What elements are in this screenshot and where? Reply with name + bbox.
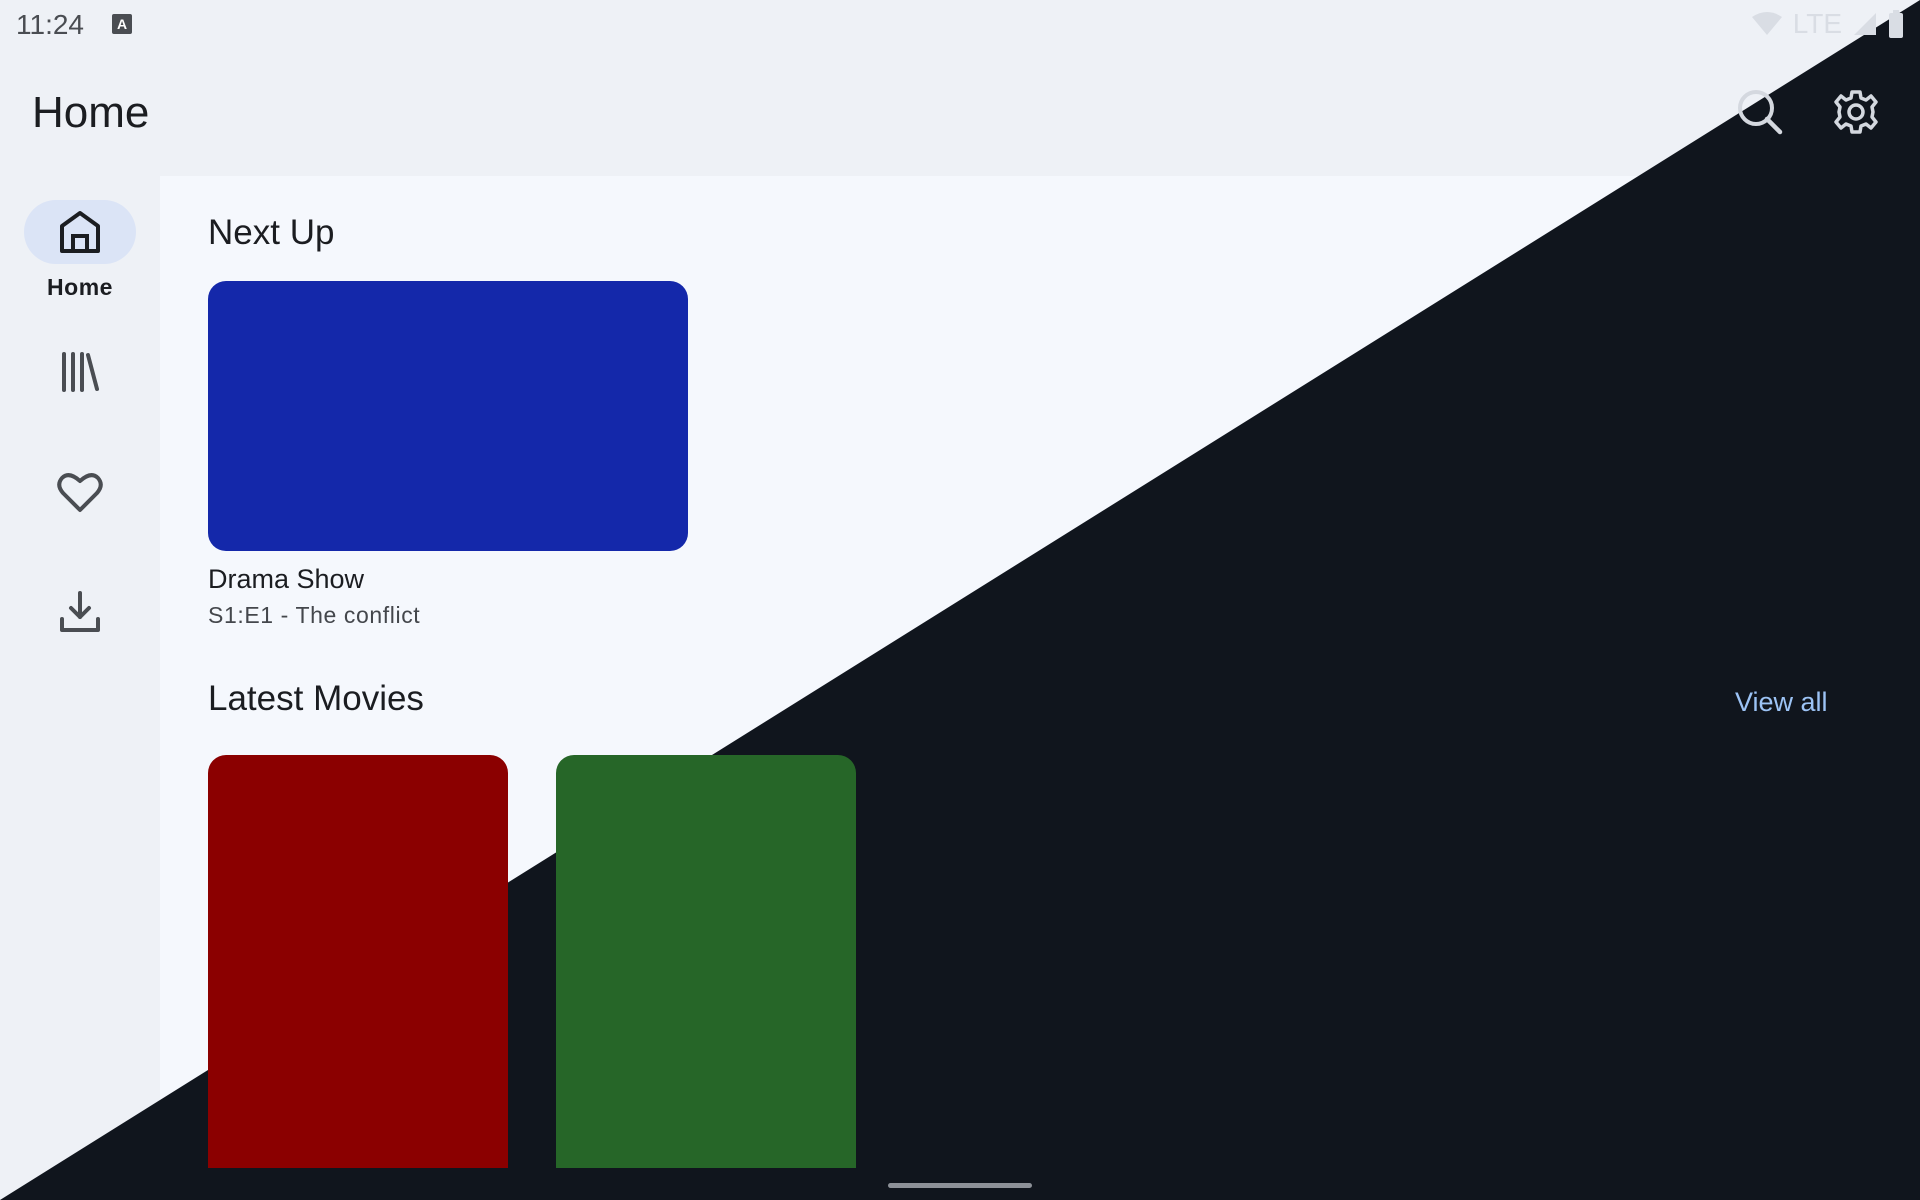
- keyboard-badge-icon: A: [112, 14, 132, 34]
- home-icon: [60, 211, 100, 253]
- search-button[interactable]: [1734, 86, 1786, 138]
- page-title: Home: [32, 88, 150, 137]
- rail-item-library[interactable]: [24, 340, 136, 404]
- gesture-handle[interactable]: [888, 1183, 1032, 1188]
- section-title-latest-movies: Latest Movies: [208, 679, 424, 718]
- next-up-card-title: Drama Show: [208, 564, 365, 594]
- signal-icon: [1854, 13, 1876, 35]
- battery-icon: [1889, 10, 1903, 38]
- library-icon: [62, 352, 99, 392]
- rail-active-indicator: [24, 200, 136, 264]
- download-icon: [60, 591, 100, 632]
- section-title-next-up: Next Up: [208, 213, 335, 252]
- wifi-icon: [1751, 12, 1782, 35]
- rail-pill-downloads: [24, 580, 136, 644]
- status-time: 11:24: [16, 9, 84, 40]
- settings-button[interactable]: [1830, 86, 1882, 138]
- rail-label-home: Home: [47, 274, 113, 300]
- search-icon: [1738, 90, 1783, 135]
- rail-pill-library: [24, 340, 136, 404]
- heart-icon: [57, 473, 103, 512]
- rail-item-downloads[interactable]: [24, 580, 136, 644]
- movie-poster[interactable]: [208, 755, 508, 1168]
- view-all-link[interactable]: View all: [1735, 687, 1828, 718]
- next-up-card-thumbnail[interactable]: [208, 281, 688, 551]
- status-bar: 11:24 A LTE: [0, 0, 1920, 48]
- network-type: LTE: [1792, 8, 1842, 39]
- next-up-card-subtitle: S1:E1 - The conflict: [208, 602, 421, 628]
- gear-icon: [1834, 90, 1878, 134]
- rail-pill-favorites: [24, 460, 136, 524]
- movie-poster[interactable]: [556, 755, 856, 1168]
- rail-item-favorites[interactable]: [24, 460, 136, 524]
- rail-item-home[interactable]: Home: [24, 200, 136, 301]
